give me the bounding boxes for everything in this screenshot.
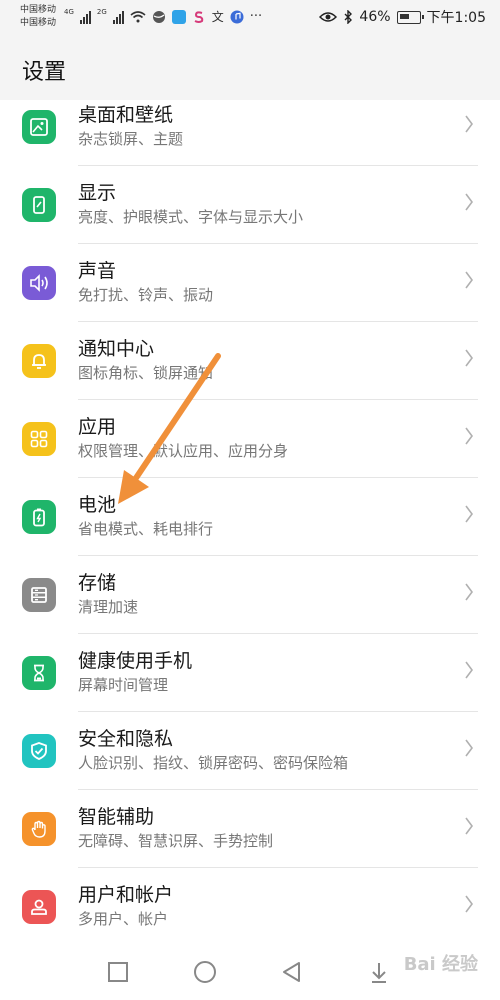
bell-icon <box>22 344 56 378</box>
chevron-right-icon <box>465 427 473 445</box>
chevron-right-icon <box>465 817 473 835</box>
settings-item-security[interactable]: 安全和隐私 人脸识别、指纹、锁屏密码、密码保险箱 <box>0 712 500 790</box>
settings-item-users[interactable]: 用户和帐户 多用户、帐户 <box>0 868 500 946</box>
recents-button-icon[interactable] <box>106 960 130 984</box>
item-subtitle: 无障碍、智慧识屏、手势控制 <box>78 832 274 850</box>
app-notification-icon <box>171 9 186 24</box>
signal-2-icon <box>112 10 124 24</box>
chevron-right-icon <box>465 505 473 523</box>
item-label: 存储 <box>78 572 117 594</box>
wallpaper-icon <box>22 110 56 144</box>
item-subtitle: 权限管理、默认应用、应用分身 <box>78 442 289 460</box>
speaker-icon <box>22 266 56 300</box>
page-title: 设置 <box>22 60 67 85</box>
carrier-info: 中国移动 中国移动 <box>20 4 56 30</box>
more-icon: ··· <box>249 9 263 24</box>
status-icons-right: 46% 下午1:05 <box>319 7 486 27</box>
item-label: 安全和隐私 <box>78 728 174 750</box>
chevron-right-icon <box>465 739 473 757</box>
apps-grid-icon <box>22 422 56 456</box>
settings-item-apps[interactable]: 应用 权限管理、默认应用、应用分身 <box>0 400 500 478</box>
item-subtitle: 免打扰、铃声、振动 <box>78 286 214 304</box>
settings-item-wallpaper[interactable]: 桌面和壁纸 杂志锁屏、主题 <box>0 88 500 166</box>
item-label: 桌面和壁纸 <box>78 104 174 126</box>
item-subtitle: 清理加速 <box>78 598 139 616</box>
hand-icon <box>22 812 56 846</box>
item-label: 应用 <box>78 416 117 438</box>
battery-icon <box>396 10 424 24</box>
notification-pull-icon[interactable] <box>367 960 391 984</box>
home-button-icon[interactable] <box>193 960 217 984</box>
settings-item-storage[interactable]: 存储 清理加速 <box>0 556 500 634</box>
item-label: 健康使用手机 <box>78 650 193 672</box>
item-label: 电池 <box>78 494 117 516</box>
signal-1-icon <box>79 10 91 24</box>
item-subtitle: 多用户、帐户 <box>78 910 169 928</box>
carrier-2: 中国移动 <box>20 18 57 28</box>
item-subtitle: 图标角标、锁屏通知 <box>78 364 214 382</box>
item-subtitle: 省电模式、耗电排行 <box>78 520 214 538</box>
settings-item-sound[interactable]: 声音 免打扰、铃声、振动 <box>0 244 500 322</box>
chevron-right-icon <box>465 661 473 679</box>
clock: 下午1:05 <box>426 10 486 26</box>
item-subtitle: 人脸识别、指纹、锁屏密码、密码保险箱 <box>78 754 349 772</box>
item-label: 通知中心 <box>78 338 155 360</box>
settings-item-battery[interactable]: 电池 省电模式、耗电排行 <box>0 478 500 556</box>
chevron-right-icon <box>465 349 473 367</box>
chevron-right-icon <box>465 583 473 601</box>
chevron-right-icon <box>465 895 473 913</box>
back-button-icon[interactable] <box>280 960 304 984</box>
music-icon <box>230 10 244 23</box>
storage-icon <box>22 578 56 612</box>
chevron-right-icon <box>465 271 473 289</box>
settings-item-display[interactable]: 显示 亮度、护眼模式、字体与显示大小 <box>0 166 500 244</box>
status-icons-left: 4G 2G 文 ··· <box>64 8 262 25</box>
app-text-icon: 文 <box>211 10 224 24</box>
app-s-icon <box>194 10 204 23</box>
watermark-logo: Bai 经验 <box>403 954 478 975</box>
wifi-icon <box>130 10 146 22</box>
item-label: 用户和帐户 <box>78 884 174 906</box>
chevron-right-icon <box>465 115 473 133</box>
item-subtitle: 屏幕时间管理 <box>78 676 169 694</box>
settings-item-accessibility[interactable]: 智能辅助 无障碍、智慧识屏、手势控制 <box>0 790 500 868</box>
display-icon <box>22 188 56 222</box>
hourglass-icon <box>22 656 56 690</box>
network-type-2: 2G <box>96 7 107 16</box>
eye-icon <box>319 12 338 22</box>
status-bar: 中国移动 中国移动 4G 2G 文 ··· 46% 下午1:05 <box>0 0 500 36</box>
bluetooth-icon <box>344 10 353 24</box>
item-label: 声音 <box>78 260 117 282</box>
battery-setting-icon <box>22 500 56 534</box>
item-subtitle: 杂志锁屏、主题 <box>78 130 184 148</box>
item-label: 显示 <box>78 182 117 204</box>
item-label: 智能辅助 <box>78 806 155 828</box>
carrier-1: 中国移动 <box>20 5 57 15</box>
item-subtitle: 亮度、护眼模式、字体与显示大小 <box>78 208 304 226</box>
user-icon <box>22 890 56 924</box>
network-type-1: 4G <box>64 7 74 16</box>
globe-icon <box>152 10 165 23</box>
settings-item-notifications[interactable]: 通知中心 图标角标、锁屏通知 <box>0 322 500 400</box>
battery-percent: 46% <box>359 9 391 25</box>
chevron-right-icon <box>465 193 473 211</box>
settings-item-digital-balance[interactable]: 健康使用手机 屏幕时间管理 <box>0 634 500 712</box>
shield-icon <box>22 734 56 768</box>
